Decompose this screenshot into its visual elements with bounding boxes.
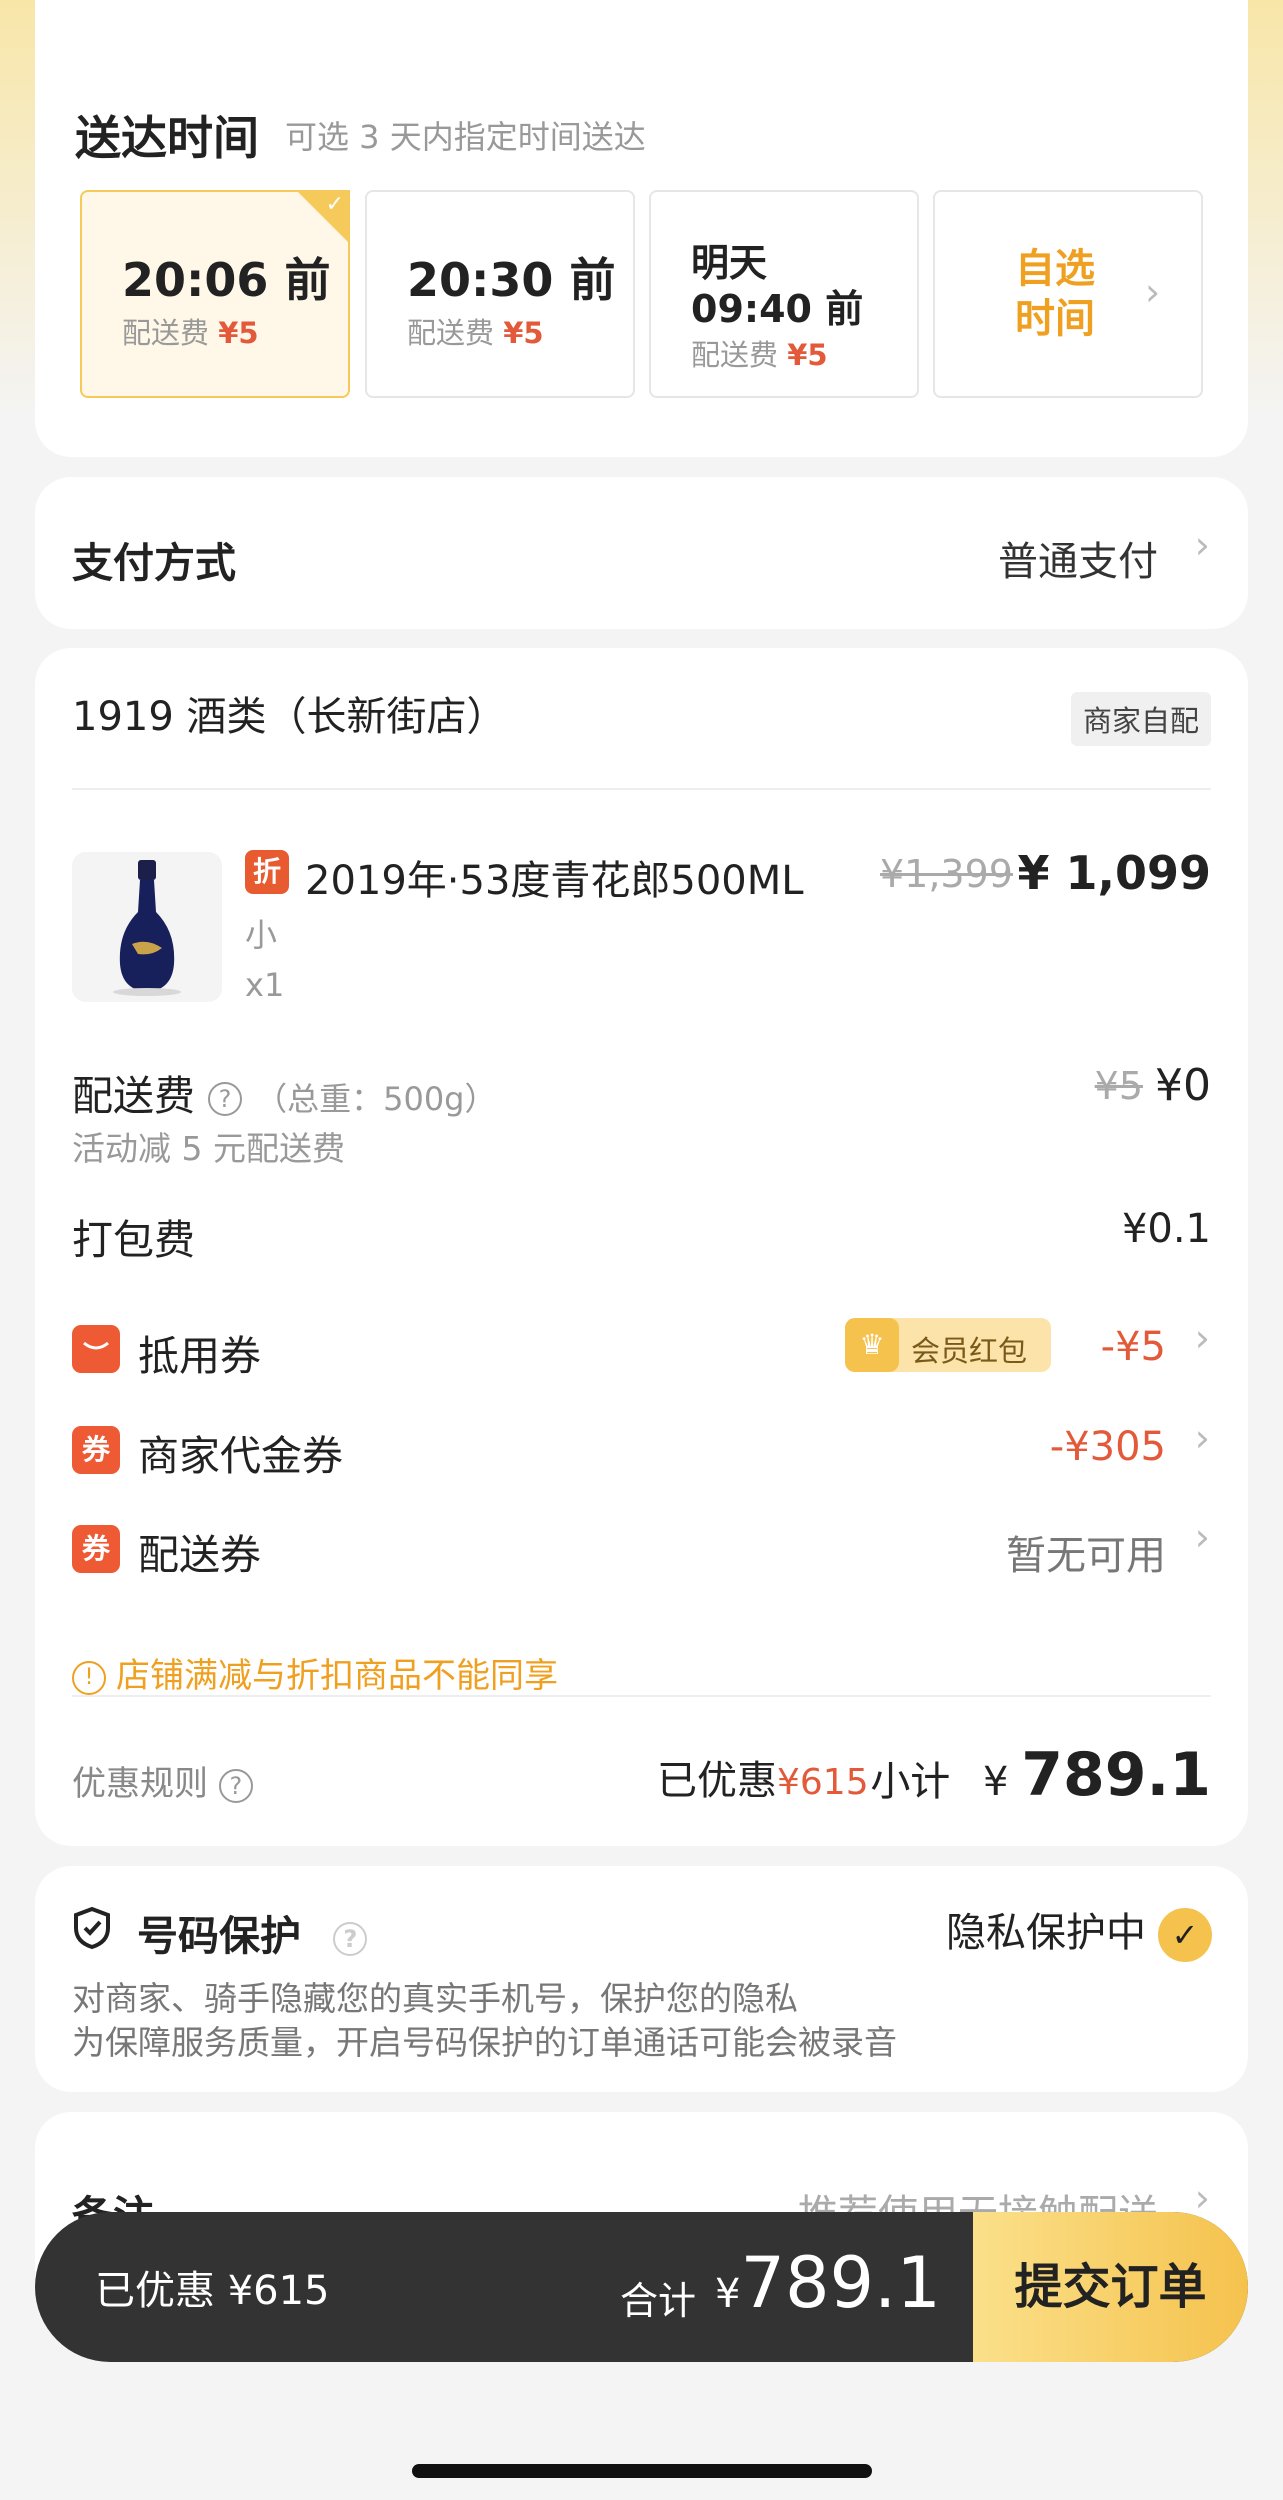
- total-label: 合计: [620, 2279, 697, 2323]
- delivery-fee-original: ¥5: [1094, 1064, 1143, 1108]
- time-slot-1[interactable]: ✓ 20:06 前 配送费 ¥5: [80, 190, 350, 398]
- product-name[interactable]: 2019年·53度青花郎500ML: [305, 848, 804, 906]
- help-icon[interactable]: ?: [333, 1922, 368, 1956]
- protection-desc-2: 为保障服务质量，开启号码保护的订单通话可能会被录音: [72, 2023, 897, 2062]
- promo-warning: ! 店铺满减与折扣商品不能同享: [72, 1648, 558, 1697]
- order-card: 1919 酒类（长新街店） 商家自配 折 2019年·53度青花郎500ML 小…: [35, 648, 1248, 1846]
- time-slot-fee: 配送费 ¥5: [691, 338, 828, 372]
- voucher-icon: 券: [72, 1525, 120, 1573]
- home-indicator[interactable]: [412, 2464, 872, 2478]
- help-icon[interactable]: ?: [208, 1082, 243, 1116]
- check-circle-icon: ✓: [1158, 1908, 1212, 1962]
- chevron-right-icon: ›: [1145, 270, 1161, 314]
- packing-fee-value: ¥0.1: [1121, 1206, 1211, 1252]
- checkout-bar: 已优惠 ¥615 合计 ¥789.1 提交订单: [35, 2212, 1248, 2362]
- custom-time-slot[interactable]: 自选 时间 ›: [933, 190, 1203, 398]
- coupon-label: 抵用券: [138, 1332, 261, 1380]
- product-image[interactable]: [72, 852, 222, 1002]
- total-amount: ¥789.1: [715, 2242, 941, 2324]
- shop-delivery-tag: 商家自配: [1070, 692, 1211, 746]
- protection-desc-1: 对商家、骑手隐藏您的真实手机号，保护您的隐私: [72, 1979, 798, 2018]
- payment-method-label: 支付方式: [72, 539, 236, 587]
- check-icon: ✓: [325, 192, 344, 217]
- discount-badge: 折: [245, 850, 289, 894]
- time-slot-fee: 配送费 ¥5: [407, 316, 544, 350]
- custom-time-label: 自选 时间: [1015, 246, 1095, 342]
- divider: [72, 1695, 1211, 1697]
- packing-fee-label: 打包费: [72, 1216, 195, 1264]
- shop-name: 1919 酒类（长新街店）: [72, 694, 507, 740]
- member-red-packet-tag: ♛ 会员红包: [845, 1318, 1051, 1372]
- time-slot-time: 09:40 前: [691, 287, 864, 331]
- coupon-value: -¥5: [1100, 1324, 1166, 1370]
- merchant-voucher-label: 商家代金券: [138, 1432, 343, 1480]
- delivery-voucher-value: 暂无可用: [1006, 1533, 1166, 1579]
- product-original-price: ¥1,399: [880, 852, 1013, 896]
- liquor-bottle-image: [72, 852, 222, 1002]
- delivery-fee-label: 配送费 ? （总重：500g）: [72, 1072, 497, 1120]
- time-slot-3[interactable]: 明天 09:40 前 配送费 ¥5: [649, 190, 919, 398]
- product-spec: 小: [245, 916, 278, 954]
- discount-rules-link[interactable]: 优惠规则 ?: [72, 1756, 253, 1805]
- chevron-right-icon: ›: [1194, 1416, 1210, 1460]
- privacy-status[interactable]: 隐私保护中 ✓: [946, 1900, 1212, 1962]
- time-slot-time: 20:30 前: [407, 253, 616, 307]
- divider: [72, 788, 1211, 790]
- delivery-fee-value: ¥0: [1155, 1060, 1211, 1111]
- number-protection-card: 号码保护 ? 隐私保护中 ✓ 对商家、骑手隐藏您的真实手机号，保护您的隐私 为保障…: [35, 1866, 1248, 2092]
- number-protection-title: 号码保护 ?: [137, 1902, 368, 1962]
- red-packet-icon: [72, 1325, 120, 1373]
- crown-icon: ♛: [845, 1318, 899, 1372]
- delivery-time-title: 送达时间: [75, 111, 259, 165]
- discount-summary: 已优惠¥615: [657, 1758, 869, 1804]
- product-quantity: x1: [245, 966, 285, 1004]
- delivery-time-subtitle: 可选 3 天内指定时间送达: [285, 118, 646, 156]
- chevron-right-icon: ›: [1194, 1515, 1210, 1559]
- product-price: ¥ 1,099: [1017, 846, 1211, 900]
- delivery-fee-note: 活动减 5 元配送费: [72, 1129, 345, 1168]
- voucher-icon: 券: [72, 1426, 120, 1474]
- bottom-discount: 已优惠 ¥615: [95, 2268, 330, 2314]
- payment-method-value: 普通支付: [998, 539, 1158, 585]
- time-slot-2[interactable]: 20:30 前 配送费 ¥5: [365, 190, 635, 398]
- merchant-voucher-value: -¥305: [1049, 1424, 1166, 1470]
- time-slot-time: 20:06 前: [122, 253, 331, 307]
- payment-method-row[interactable]: 支付方式 普通支付 ›: [35, 477, 1248, 629]
- help-icon: ?: [218, 1768, 253, 1803]
- chevron-right-icon: ›: [1194, 1316, 1210, 1360]
- delivery-time-card: 送达时间 可选 3 天内指定时间送达 ✓ 20:06 前 配送费 ¥5 20:3…: [35, 0, 1248, 457]
- submit-order-button[interactable]: 提交订单: [973, 2212, 1248, 2362]
- chevron-right-icon: ›: [1194, 523, 1210, 567]
- delivery-voucher-label: 配送券: [138, 1531, 261, 1579]
- warning-icon: !: [72, 1660, 106, 1695]
- subtotal: 小计 ¥ 789.1: [870, 1740, 1211, 1810]
- time-slot-fee: 配送费 ¥5: [122, 316, 259, 350]
- shield-icon: [74, 1906, 110, 1950]
